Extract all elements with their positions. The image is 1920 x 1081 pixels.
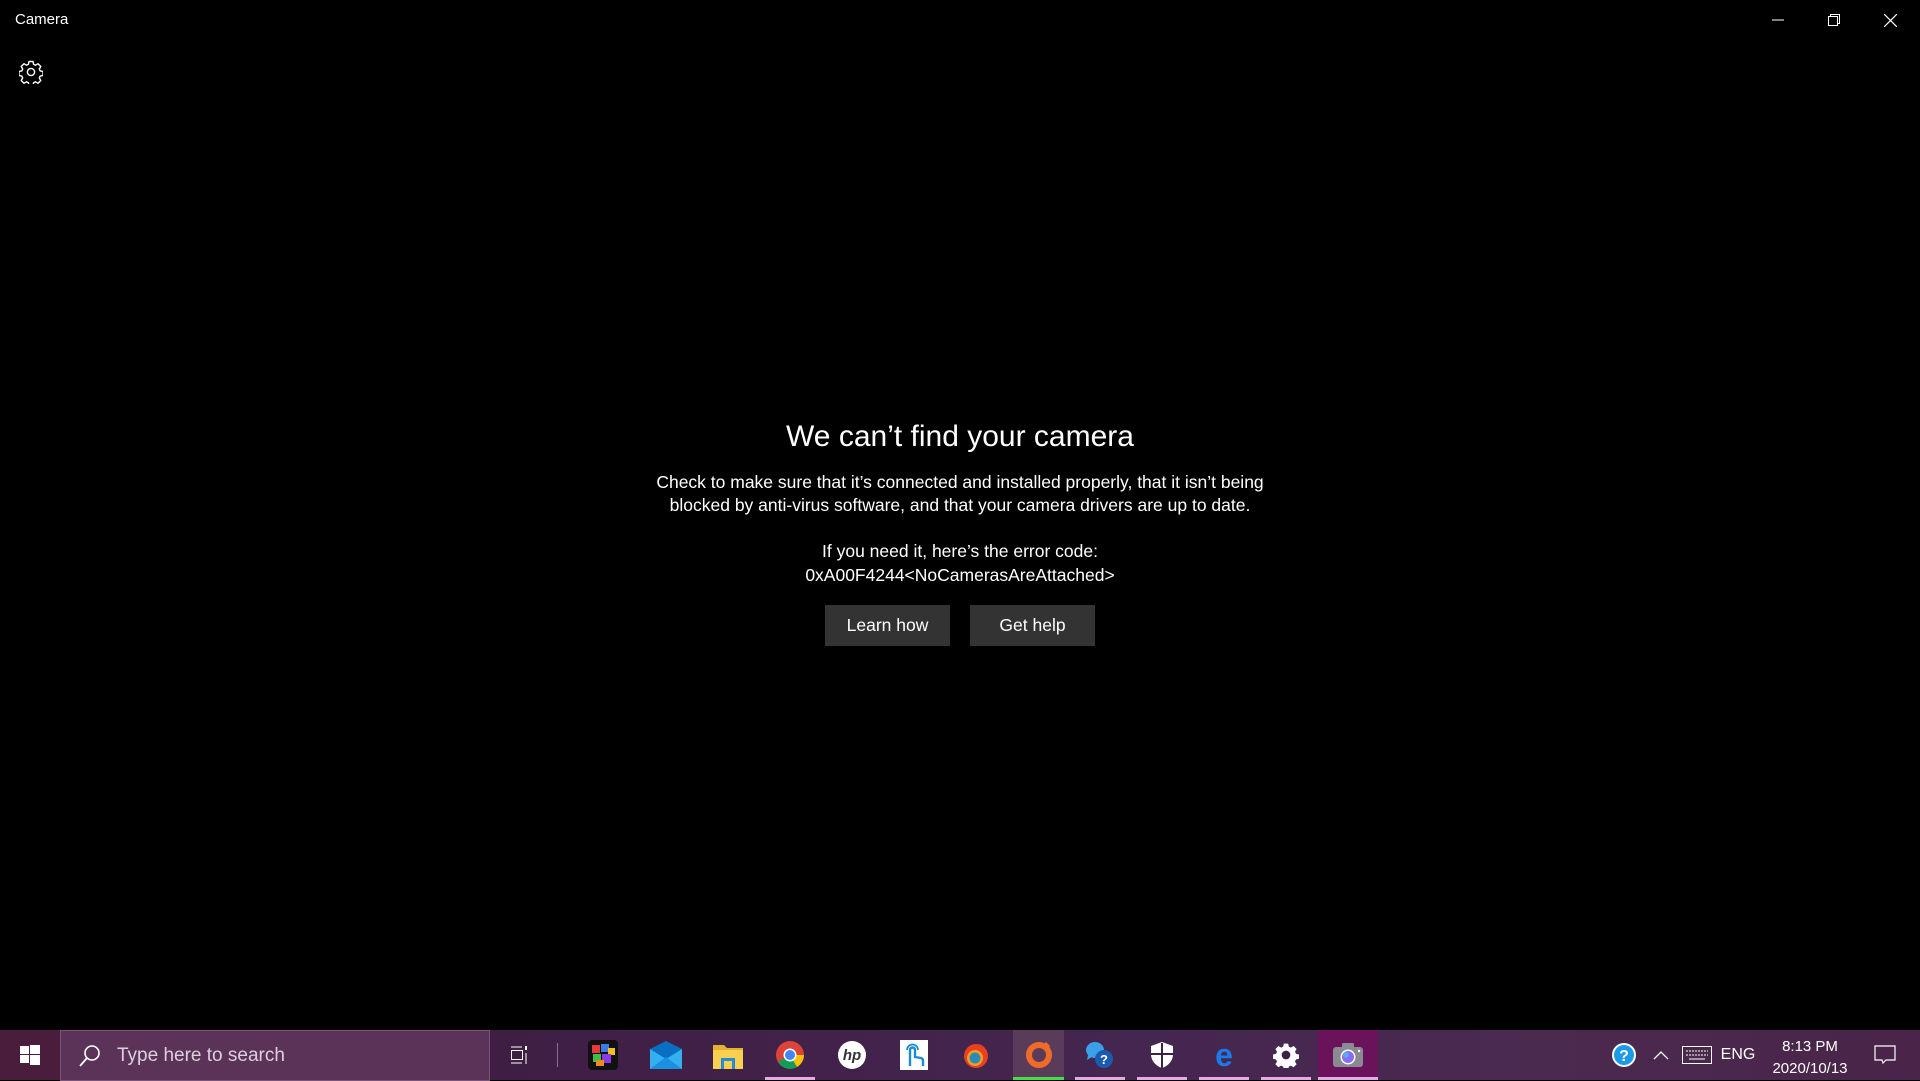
taskbar-app-get-help[interactable]: ? bbox=[1070, 1030, 1130, 1080]
taskbar-app-chrome[interactable] bbox=[760, 1030, 820, 1080]
close-icon bbox=[1883, 13, 1897, 27]
taskbar-app-settings[interactable] bbox=[1256, 1030, 1316, 1080]
taskbar-divider bbox=[557, 1043, 558, 1067]
taskbar-app-camera[interactable] bbox=[1318, 1030, 1378, 1080]
svg-text:?: ? bbox=[1619, 1048, 1629, 1065]
touch-keyboard-button[interactable] bbox=[1680, 1030, 1714, 1080]
firefox-icon bbox=[964, 1044, 988, 1068]
keyboard-icon bbox=[1682, 1046, 1712, 1064]
minimize-icon bbox=[1772, 19, 1784, 21]
settings-gear-icon bbox=[1273, 1043, 1299, 1068]
task-view-icon bbox=[511, 1046, 527, 1064]
taskbar-app-edge[interactable]: e bbox=[1194, 1030, 1254, 1080]
error-description-line-2: blocked by anti-virus software, and that… bbox=[669, 495, 1251, 515]
origin-icon bbox=[1025, 1041, 1052, 1068]
start-button[interactable] bbox=[0, 1030, 60, 1080]
camera-window: Camera We can’t find your camera Check t… bbox=[0, 0, 1920, 1030]
error-code: 0xA00F4244<NoCamerasAreAttached> bbox=[805, 565, 1115, 585]
minimize-button[interactable] bbox=[1750, 0, 1806, 40]
error-description: Check to make sure that it’s connected a… bbox=[0, 471, 1920, 517]
taskbar-app-windows-security[interactable] bbox=[1132, 1030, 1192, 1080]
windows-logo-icon bbox=[20, 1045, 40, 1065]
error-actions: Learn how Get help bbox=[0, 605, 1920, 646]
settings-button[interactable] bbox=[10, 52, 52, 92]
taskbar-app-origin[interactable] bbox=[1013, 1030, 1064, 1080]
hp-icon: hp bbox=[838, 1041, 866, 1069]
taskbar: Type here to search hp ? e ? ENG 8:13 PM… bbox=[0, 1030, 1920, 1081]
touch-app-icon bbox=[900, 1040, 928, 1070]
get-help-button[interactable]: Get help bbox=[970, 605, 1095, 646]
task-view-button[interactable] bbox=[500, 1030, 540, 1080]
restore-button[interactable] bbox=[1806, 0, 1862, 40]
error-description-line-1: Check to make sure that it’s connected a… bbox=[656, 472, 1264, 492]
mail-icon bbox=[650, 1041, 682, 1069]
taskbar-app-file-explorer[interactable] bbox=[698, 1030, 758, 1080]
clock[interactable]: 8:13 PM 2020/10/13 bbox=[1760, 1030, 1860, 1080]
clock-time: 8:13 PM bbox=[1782, 1038, 1838, 1055]
error-panel: We can’t find your camera Check to make … bbox=[0, 415, 1920, 646]
search-box[interactable]: Type here to search bbox=[60, 1030, 490, 1081]
notification-icon bbox=[1874, 1045, 1896, 1065]
svg-text:hp: hp bbox=[843, 1047, 861, 1064]
tray-help[interactable]: ? bbox=[1608, 1030, 1640, 1080]
svg-text:?: ? bbox=[1100, 1052, 1108, 1067]
learn-how-button[interactable]: Learn how bbox=[825, 605, 950, 646]
action-center-button[interactable] bbox=[1860, 1030, 1910, 1080]
taskbar-app-puzzle[interactable] bbox=[573, 1030, 633, 1080]
search-icon bbox=[79, 1044, 100, 1067]
taskbar-app-touch[interactable] bbox=[884, 1030, 944, 1080]
error-title: We can’t find your camera bbox=[786, 420, 1134, 453]
puzzle-app-icon bbox=[588, 1040, 618, 1070]
gear-icon bbox=[19, 60, 43, 84]
help-icon: ? bbox=[1612, 1043, 1636, 1067]
taskbar-app-mail[interactable] bbox=[636, 1030, 696, 1080]
taskbar-app-hp[interactable]: hp bbox=[822, 1030, 882, 1080]
clock-date: 2020/10/13 bbox=[1772, 1060, 1848, 1077]
close-button[interactable] bbox=[1862, 0, 1918, 40]
chevron-up-icon bbox=[1653, 1051, 1669, 1060]
show-hidden-icons-button[interactable] bbox=[1648, 1030, 1674, 1080]
camera-icon bbox=[1333, 1043, 1363, 1067]
get-help-icon: ? bbox=[1086, 1042, 1113, 1068]
taskbar-app-firefox-nightly[interactable] bbox=[946, 1030, 1006, 1080]
shield-icon bbox=[1151, 1042, 1173, 1068]
chrome-icon bbox=[776, 1041, 804, 1069]
language-indicator[interactable]: ENG bbox=[1720, 1030, 1756, 1080]
error-code-label: If you need it, here’s the error code: bbox=[822, 541, 1098, 561]
svg-text:e: e bbox=[1215, 1040, 1233, 1070]
restore-icon bbox=[1828, 14, 1840, 26]
search-placeholder: Type here to search bbox=[117, 1044, 285, 1066]
title-bar[interactable]: Camera bbox=[0, 0, 1920, 40]
edge-icon: e bbox=[1215, 1040, 1233, 1070]
folder-icon bbox=[713, 1045, 743, 1069]
app-title: Camera bbox=[15, 11, 69, 28]
